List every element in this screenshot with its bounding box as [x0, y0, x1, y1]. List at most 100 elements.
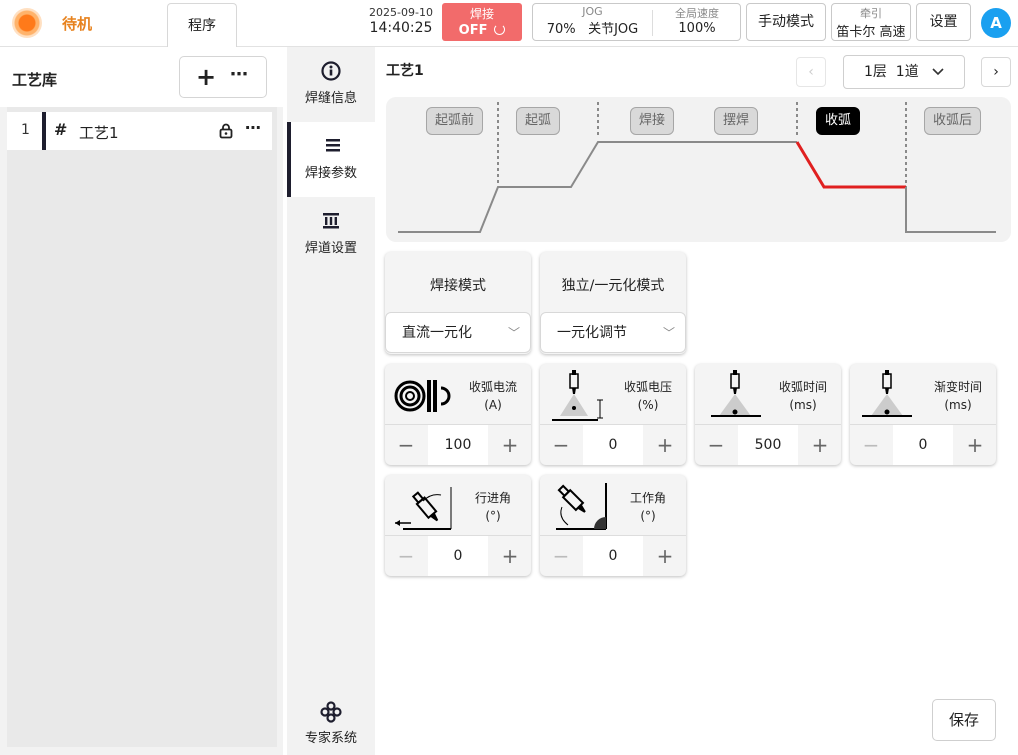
global-speed-value: 100% — [678, 21, 716, 36]
decrement-button[interactable]: − — [540, 425, 582, 465]
traction-label: 牵引 — [860, 7, 882, 20]
current-coil-icon — [394, 380, 451, 412]
section-nav: 焊缝信息 焊接参数 焊道设置 专家系统 — [287, 47, 375, 755]
layer-selector[interactable]: 1层 1道 — [843, 55, 965, 89]
tab-program[interactable]: 程序 — [167, 3, 237, 48]
increment-button[interactable]: + — [489, 425, 531, 465]
param-unit: (°) — [640, 509, 656, 523]
param-unit: (°) — [485, 509, 501, 523]
increment-button[interactable]: + — [644, 536, 686, 576]
weld-phase-curve: 起弧前 起弧 焊接 摆焊 收弧 收弧后 — [386, 97, 1011, 242]
work-angle-icon — [556, 483, 607, 530]
param-value[interactable]: 0 — [893, 425, 953, 465]
chevron-left-icon: ‹ — [808, 64, 814, 80]
global-speed-section[interactable]: 全局速度 100% — [653, 4, 741, 40]
decrement-button[interactable]: − — [385, 536, 427, 576]
unified-mode-card: 独立/一元化模式 一元化调节 ﹀ — [540, 252, 686, 354]
decrement-button[interactable]: − — [540, 536, 582, 576]
decrement-button[interactable]: − — [385, 425, 427, 465]
next-pass-button[interactable]: › — [981, 57, 1011, 87]
jog-section[interactable]: JOG 70% 关节JOG — [533, 4, 652, 40]
process-library-panel: 工艺库 + ⋯ 1 # 工艺1 ⋯ — [0, 47, 283, 755]
torch-ramp-icon — [862, 370, 912, 417]
current-stepper: − 100 + — [385, 424, 531, 465]
torch-time-icon — [711, 370, 761, 417]
param-value[interactable]: 0 — [583, 536, 643, 576]
torch-voltage-icon — [552, 370, 603, 421]
manual-mode-button[interactable]: 手动模式 — [746, 3, 826, 41]
jog-label: JOG — [582, 5, 603, 18]
machine-status: 待机 — [62, 15, 93, 33]
param-value[interactable]: 100 — [428, 425, 488, 465]
travel-angle-icon — [395, 487, 452, 530]
list-item[interactable]: 1 # 工艺1 ⋯ — [7, 112, 272, 150]
nav-label: 焊缝信息 — [304, 91, 357, 106]
phase-weaving[interactable]: 摆焊 — [714, 107, 759, 135]
param-value[interactable]: 500 — [738, 425, 798, 465]
settings-button[interactable]: 设置 — [916, 3, 971, 41]
decrement-button[interactable]: − — [850, 425, 892, 465]
param-name: 工作角 — [629, 491, 666, 505]
list-item-index: 1 — [21, 122, 30, 138]
jog-speed: 70% — [546, 22, 576, 37]
phase-arc-start[interactable]: 起弧 — [516, 107, 561, 135]
unified-mode-select[interactable]: 一元化调节 ﹀ — [540, 312, 686, 353]
page-title: 工艺1 — [386, 63, 424, 79]
nav-label: 焊接参数 — [304, 166, 357, 181]
more-icon[interactable]: ⋯ — [230, 61, 249, 89]
add-icon[interactable]: + — [196, 63, 216, 91]
param-value[interactable]: 0 — [428, 536, 488, 576]
nav-weld-info[interactable]: 焊缝信息 — [287, 47, 375, 122]
save-button[interactable]: 保存 — [932, 699, 996, 741]
welding-mode-select[interactable]: 直流一元化 ﹀ — [385, 312, 531, 353]
library-list — [7, 107, 277, 747]
nav-expert-system[interactable]: 专家系统 — [287, 693, 375, 753]
traction-value: 笛卡尔 高速 — [836, 25, 906, 40]
increment-button[interactable]: + — [489, 536, 531, 576]
work-angle-stepper: − 0 + — [540, 535, 686, 576]
phase-pre-arc[interactable]: 起弧前 — [426, 107, 484, 135]
hash-icon: # — [54, 120, 68, 139]
increment-button[interactable]: + — [799, 425, 841, 465]
logo-icon — [12, 8, 42, 38]
increment-button[interactable]: + — [644, 425, 686, 465]
decrement-button[interactable]: − — [695, 425, 737, 465]
time: 14:40:25 — [369, 20, 433, 36]
traction-button[interactable]: 牵引 笛卡尔 高速 — [831, 3, 911, 41]
param-unit: (ms) — [789, 398, 817, 412]
info-icon — [321, 61, 341, 81]
active-marker — [42, 112, 46, 150]
unified-mode-value: 一元化调节 — [557, 325, 627, 341]
nav-label: 专家系统 — [304, 731, 357, 746]
param-card: 收弧时间 (ms) − 500 + — [695, 364, 841, 465]
param-card: 收弧电流 (A) − 100 + — [385, 364, 531, 465]
top-bar: 待机 程序 2025-09-10 14:40:25 焊接 OFF JOG 70%… — [0, 0, 1018, 48]
nav-weld-params[interactable]: 焊接参数 — [287, 122, 375, 197]
library-actions: + ⋯ — [179, 56, 267, 98]
avatar[interactable]: A — [981, 8, 1011, 38]
nav-label: 焊道设置 — [304, 241, 357, 256]
item-more-icon[interactable]: ⋯ — [245, 118, 261, 137]
phase-post-arc[interactable]: 收弧后 — [924, 107, 982, 135]
phase-welding[interactable]: 焊接 — [630, 107, 675, 135]
lock-icon — [219, 123, 233, 139]
time-stepper: − 500 + — [695, 424, 841, 465]
jog-panel[interactable]: JOG 70% 关节JOG 全局速度 100% — [532, 3, 741, 41]
param-card: 工作角 (°) − 0 + — [540, 475, 686, 576]
phase-arc-end[interactable]: 收弧 — [816, 107, 861, 135]
prev-pass-button[interactable]: ‹ — [796, 57, 826, 87]
chevron-down-icon: ﹀ — [662, 326, 675, 340]
nav-pass-settings[interactable]: 焊道设置 — [287, 197, 375, 272]
power-icon — [494, 24, 506, 35]
param-name: 收弧电流 — [468, 380, 517, 394]
weld-state: OFF — [458, 23, 488, 38]
param-value[interactable]: 0 — [583, 425, 643, 465]
library-header: 工艺库 + ⋯ — [0, 47, 283, 107]
increment-button[interactable]: + — [954, 425, 996, 465]
weld-toggle-button[interactable]: 焊接 OFF — [442, 3, 522, 41]
welding-mode-label: 焊接模式 — [430, 278, 486, 294]
chevron-down-icon: ﹀ — [507, 326, 520, 340]
param-card: 行进角 (°) − 0 + — [385, 475, 531, 576]
weld-label: 焊接 — [469, 7, 494, 21]
layers-icon — [323, 213, 339, 229]
